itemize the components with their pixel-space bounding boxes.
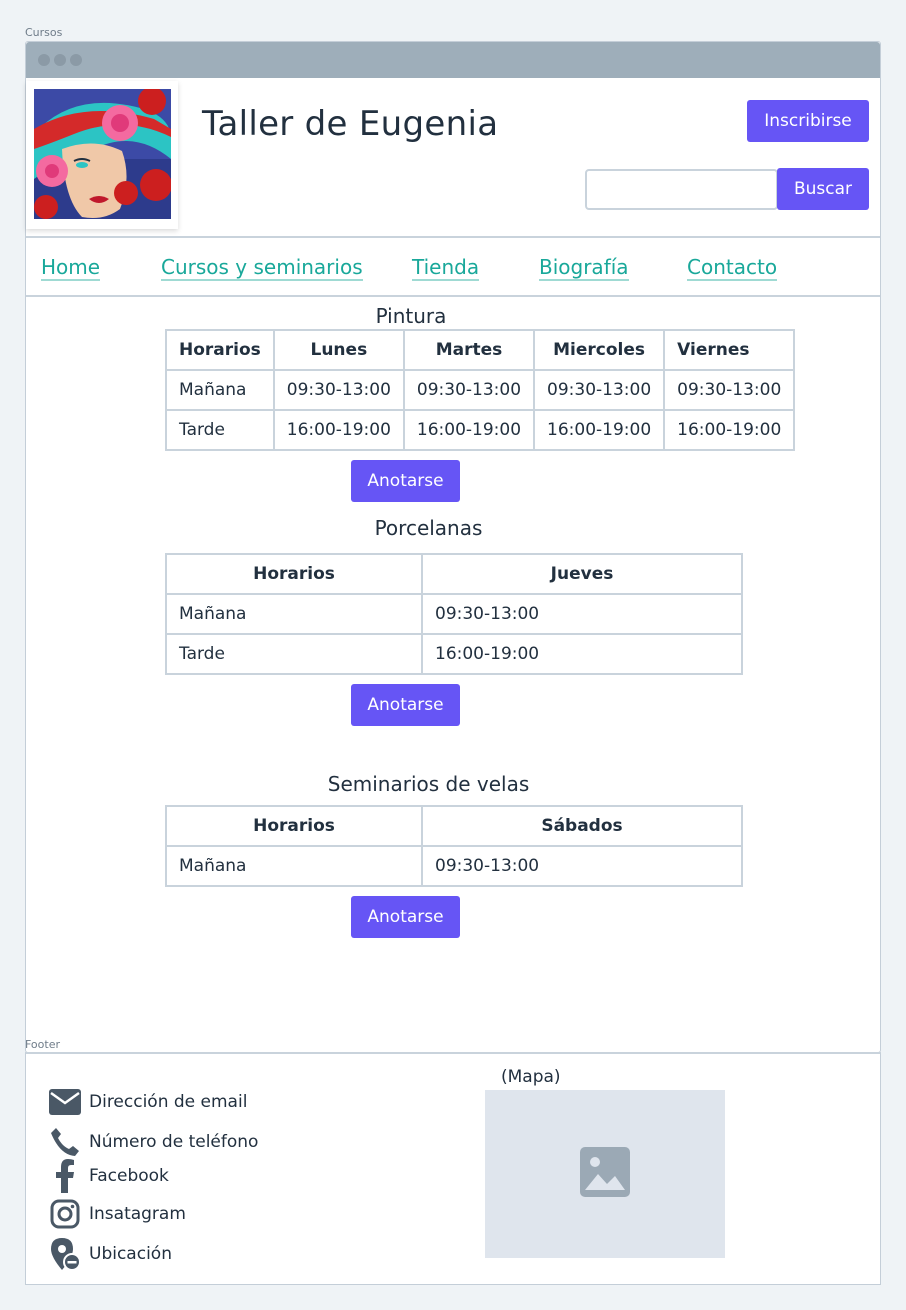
table-cell: 16:00-19:00 [272,409,405,451]
mail-icon [48,1085,82,1119]
contact-label: Facebook [89,1166,169,1186]
table-cell: 16:00-19:00 [663,409,796,451]
schedule-table-pintura: Horarios Lunes Martes Miercoles Viernes … [165,329,796,451]
footer-caption: Footer [25,1038,60,1051]
nav-contacto[interactable]: Contacto [687,256,778,281]
table-row: Tarde 16:00-19:00 16:00-19:00 16:00-19:0… [165,409,796,451]
site-header: Taller de Eugenia Inscribirse Buscar [26,78,880,238]
image-placeholder-icon [580,1147,630,1201]
instagram-icon [48,1197,82,1231]
table-header-cell: Martes [402,329,536,371]
search-button[interactable]: Buscar [777,168,869,210]
contact-phone[interactable]: Número de teléfono [48,1125,258,1159]
map-label: (Mapa) [501,1067,561,1087]
site-title: Taller de Eugenia [202,104,499,144]
logo-painting [34,89,171,219]
contact-email[interactable]: Dirección de email [48,1085,247,1119]
table-header-cell: Horarios [165,329,275,371]
contact-instagram[interactable]: Insatagram [48,1197,186,1231]
window-dot [54,54,66,66]
table-cell: 09:30-13:00 [533,369,666,411]
table-header-cell: Lunes [272,329,405,371]
table-header-cell: Horarios [165,553,423,595]
contact-location[interactable]: Ubicación [48,1237,172,1271]
table-cell: 09:30-13:00 [272,369,405,411]
table-header-cell: Horarios [165,805,423,847]
table-cell: Tarde [165,409,275,451]
enroll-button-pintura[interactable]: Anotarse [351,460,460,502]
schedule-table-porcelanas: Horarios Jueves Mañana 09:30-13:00 Tarde… [165,553,743,675]
site-footer: Dirección de email Número de teléfono Fa… [25,1052,881,1285]
table-header-row: Horarios Jueves [165,553,743,595]
table-cell: 16:00-19:00 [421,633,743,675]
map[interactable] [485,1090,725,1258]
table-header-row: Horarios Sábados [165,805,743,847]
table-row: Mañana 09:30-13:00 [165,845,743,887]
table-row: Mañana 09:30-13:00 09:30-13:00 09:30-13:… [165,369,796,411]
course-title-porcelanas: Porcelanas [374,516,483,540]
window-dot [38,54,50,66]
table-cell: 16:00-19:00 [402,409,536,451]
location-icon [48,1237,82,1271]
table-cell: 09:30-13:00 [402,369,536,411]
table-cell: 16:00-19:00 [533,409,666,451]
contact-label: Ubicación [89,1244,172,1264]
nav-tienda[interactable]: Tienda [412,256,480,281]
table-header-cell: Viernes [663,329,796,371]
nav-biografia[interactable]: Biografía [539,256,629,281]
schedule-table-velas: Horarios Sábados Mañana 09:30-13:00 [165,805,743,887]
phone-icon [48,1125,82,1159]
window-dot [70,54,82,66]
enroll-button-porcelanas[interactable]: Anotarse [351,684,460,726]
table-cell: Mañana [165,845,423,887]
contact-label: Dirección de email [89,1092,248,1112]
table-row: Mañana 09:30-13:00 [165,593,743,635]
table-header-row: Horarios Lunes Martes Miercoles Viernes [165,329,796,371]
table-cell: Mañana [165,593,423,635]
facebook-icon [48,1159,82,1193]
contact-label: Insatagram [89,1204,186,1224]
main-nav: Home Cursos y seminarios Tienda Biografí… [26,238,880,297]
section-caption: Cursos [25,26,63,39]
signup-button[interactable]: Inscribirse [747,100,869,142]
course-title-velas: Seminarios de velas [327,772,530,796]
table-cell: 09:30-13:00 [421,593,743,635]
table-cell: 09:30-13:00 [421,845,743,887]
table-header-cell: Miercoles [533,329,666,371]
enroll-button-velas[interactable]: Anotarse [351,896,460,938]
nav-home[interactable]: Home [41,256,101,281]
nav-cursos[interactable]: Cursos y seminarios [161,256,363,281]
table-row: Tarde 16:00-19:00 [165,633,743,675]
table-cell: Tarde [165,633,423,675]
table-header-cell: Sábados [421,805,743,847]
logo [26,81,178,229]
table-cell: Mañana [165,369,275,411]
course-title-pintura: Pintura [375,304,447,328]
browser-window: Taller de Eugenia Inscribirse Buscar Hom… [25,41,881,1053]
search-input[interactable] [585,169,778,210]
window-titlebar [26,42,880,78]
table-cell: 09:30-13:00 [663,369,796,411]
contact-label: Número de teléfono [89,1132,259,1152]
table-header-cell: Jueves [421,553,743,595]
contact-facebook[interactable]: Facebook [48,1159,169,1193]
